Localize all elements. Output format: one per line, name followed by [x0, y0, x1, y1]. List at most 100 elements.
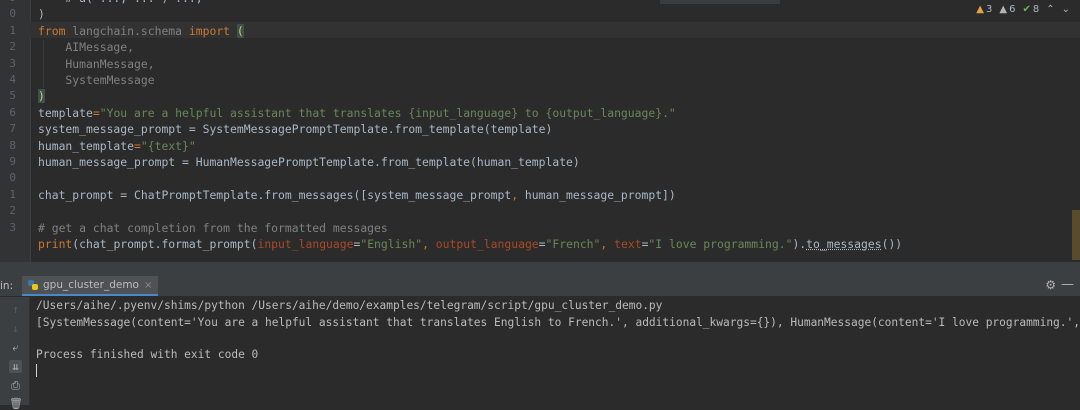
line-number: 0	[9, 171, 16, 185]
code-line: # a("..., ...") ...,	[38, 0, 202, 6]
arrow-up-icon[interactable]: ↑	[9, 303, 22, 316]
code-token: output_language	[435, 237, 539, 251]
code-line: system_message_prompt = SystemMessagePro…	[38, 121, 552, 137]
soft-wrap-icon[interactable]: ⤶	[9, 341, 22, 354]
code-line: )	[38, 88, 45, 104]
trash-icon[interactable]: 🗑	[9, 397, 23, 410]
code-token: AIMessage,	[38, 40, 135, 55]
code-token: (chat_prompt.format_prompt(	[72, 237, 258, 251]
console-line: [SystemMessage(content='You are a helpfu…	[36, 316, 1080, 329]
code-line: print(chat_prompt.format_prompt(input_la…	[38, 236, 902, 252]
gear-icon[interactable]: ⚙	[1045, 278, 1056, 292]
line-number: 3	[9, 220, 16, 234]
tab-gpu-cluster-demo[interactable]: gpu_cluster_demo ×	[22, 276, 159, 296]
code-token: system_message_prompt = SystemMessagePro…	[38, 122, 553, 137]
code-line: human_message_prompt = HumanMessagePromp…	[38, 154, 580, 170]
code-token: )	[38, 89, 45, 104]
code-line: template="You are a helpful assistant th…	[38, 105, 676, 121]
line-number: 9	[9, 155, 16, 168]
console-output[interactable]: /Users/aihe/.pyenv/shims/python /Users/a…	[30, 297, 1080, 405]
code-token: import	[188, 23, 231, 38]
checkmark-icon: ✔	[1022, 4, 1031, 15]
code-token: )	[38, 7, 45, 22]
chevron-up-icon[interactable]: ⌃	[1046, 4, 1054, 15]
code-line: chat_prompt = ChatPromptTemplate.from_me…	[38, 187, 676, 203]
scroll-to-end-icon[interactable]: ⇊	[9, 360, 22, 373]
weak-warning-triangle-icon: ▲	[999, 4, 1008, 15]
line-number: 7	[9, 122, 16, 136]
code-token: (	[236, 23, 244, 38]
code-line: HumanMessage,	[38, 56, 155, 72]
code-token: "French"	[545, 237, 601, 251]
scrollbar-marker[interactable]	[1072, 210, 1080, 260]
code-line: AIMessage,	[38, 39, 134, 55]
weak-warnings-count: 6	[1009, 4, 1016, 15]
code-token: ())	[881, 237, 903, 251]
code-token: HumanMessage,	[38, 56, 155, 71]
arrow-down-icon[interactable]: ↓	[9, 322, 22, 335]
typos-indicator[interactable]: ✔ 8	[1022, 4, 1039, 15]
code-token: "You are a helpful assistant that transl…	[99, 105, 676, 120]
code-token: human_template	[38, 138, 135, 153]
line-number: 8	[9, 138, 16, 152]
gutter-divider	[30, 0, 31, 262]
code-token: ).	[792, 237, 807, 251]
code-editor[interactable]: 901234567890123 # a("..., ...") ...,)fro…	[0, 0, 1080, 262]
code-token: input_language	[257, 237, 354, 251]
code-token: =	[92, 105, 100, 120]
code-token: chat_prompt = ChatPromptTemplate.from_me…	[38, 187, 512, 202]
minimize-icon[interactable]: —	[1061, 277, 1074, 292]
run-toolbar: ↑ ↓ ⤶ ⇊ ⎙ 🗑	[0, 297, 30, 410]
warnings-count: 3	[986, 4, 993, 15]
line-number: 6	[9, 105, 16, 119]
code-token: human_message_prompt = HumanMessagePromp…	[38, 155, 580, 169]
line-number: 4	[9, 73, 16, 86]
python-file-icon	[28, 280, 38, 290]
code-line: from langchain.schema import (	[38, 23, 244, 39]
inspections-widget[interactable]: ▲ 3 ▲ 6 ✔ 8 ⌃ ⌄	[976, 4, 1070, 15]
warnings-indicator[interactable]: ▲ 3	[976, 4, 992, 15]
tool-window-splitter[interactable]	[0, 262, 1080, 277]
code-line: # get a chat completion from the formatt…	[38, 220, 388, 236]
run-window-title: in:	[0, 280, 14, 292]
line-number: 1	[9, 187, 16, 201]
code-line: human_template="{text}"	[38, 138, 196, 154]
console-line: Process finished with exit code 0	[36, 348, 259, 361]
code-token: template	[38, 105, 93, 120]
code-token: text	[614, 237, 642, 251]
code-line: )	[38, 6, 45, 22]
typos-count: 8	[1032, 4, 1040, 15]
code-token: =	[538, 237, 546, 251]
code-token: human_message_prompt])	[518, 187, 676, 202]
code-token: # a("..., ...") ...,	[38, 0, 202, 5]
code-token: ,	[600, 237, 615, 251]
code-token: SystemMessage	[38, 73, 155, 87]
line-number: 2	[9, 204, 16, 218]
code-token: langchain.schema	[65, 23, 189, 38]
run-tool-window-header: in: gpu_cluster_demo × ⚙ —	[0, 276, 1080, 297]
code-token: "{text}"	[140, 138, 196, 153]
line-number: 3	[9, 56, 16, 70]
print-icon[interactable]: ⎙	[9, 379, 22, 392]
weak-warnings-indicator[interactable]: ▲ 6	[999, 4, 1015, 15]
line-number: 2	[9, 40, 16, 54]
code-line: SystemMessage	[38, 72, 155, 88]
line-number: 1	[9, 23, 16, 37]
code-token: "English"	[360, 237, 423, 251]
code-token: ,	[422, 237, 436, 251]
tab-label: gpu_cluster_demo	[43, 279, 139, 291]
line-number: 0	[9, 7, 16, 21]
editor-breadcrumb-strip	[660, 0, 780, 4]
line-number: 5	[9, 89, 16, 103]
console-line: /Users/aihe/.pyenv/shims/python /Users/a…	[36, 299, 663, 312]
code-token: # get a chat completion from the formatt…	[38, 220, 388, 235]
warning-triangle-icon: ▲	[976, 4, 984, 15]
code-token: print	[38, 237, 73, 251]
chevron-down-icon[interactable]: ⌄	[1062, 4, 1070, 15]
code-token: =	[134, 138, 141, 153]
console-caret	[36, 364, 37, 377]
code-token: to_messages	[806, 237, 882, 251]
code-token: from	[38, 23, 66, 38]
close-icon[interactable]: ×	[144, 280, 152, 291]
